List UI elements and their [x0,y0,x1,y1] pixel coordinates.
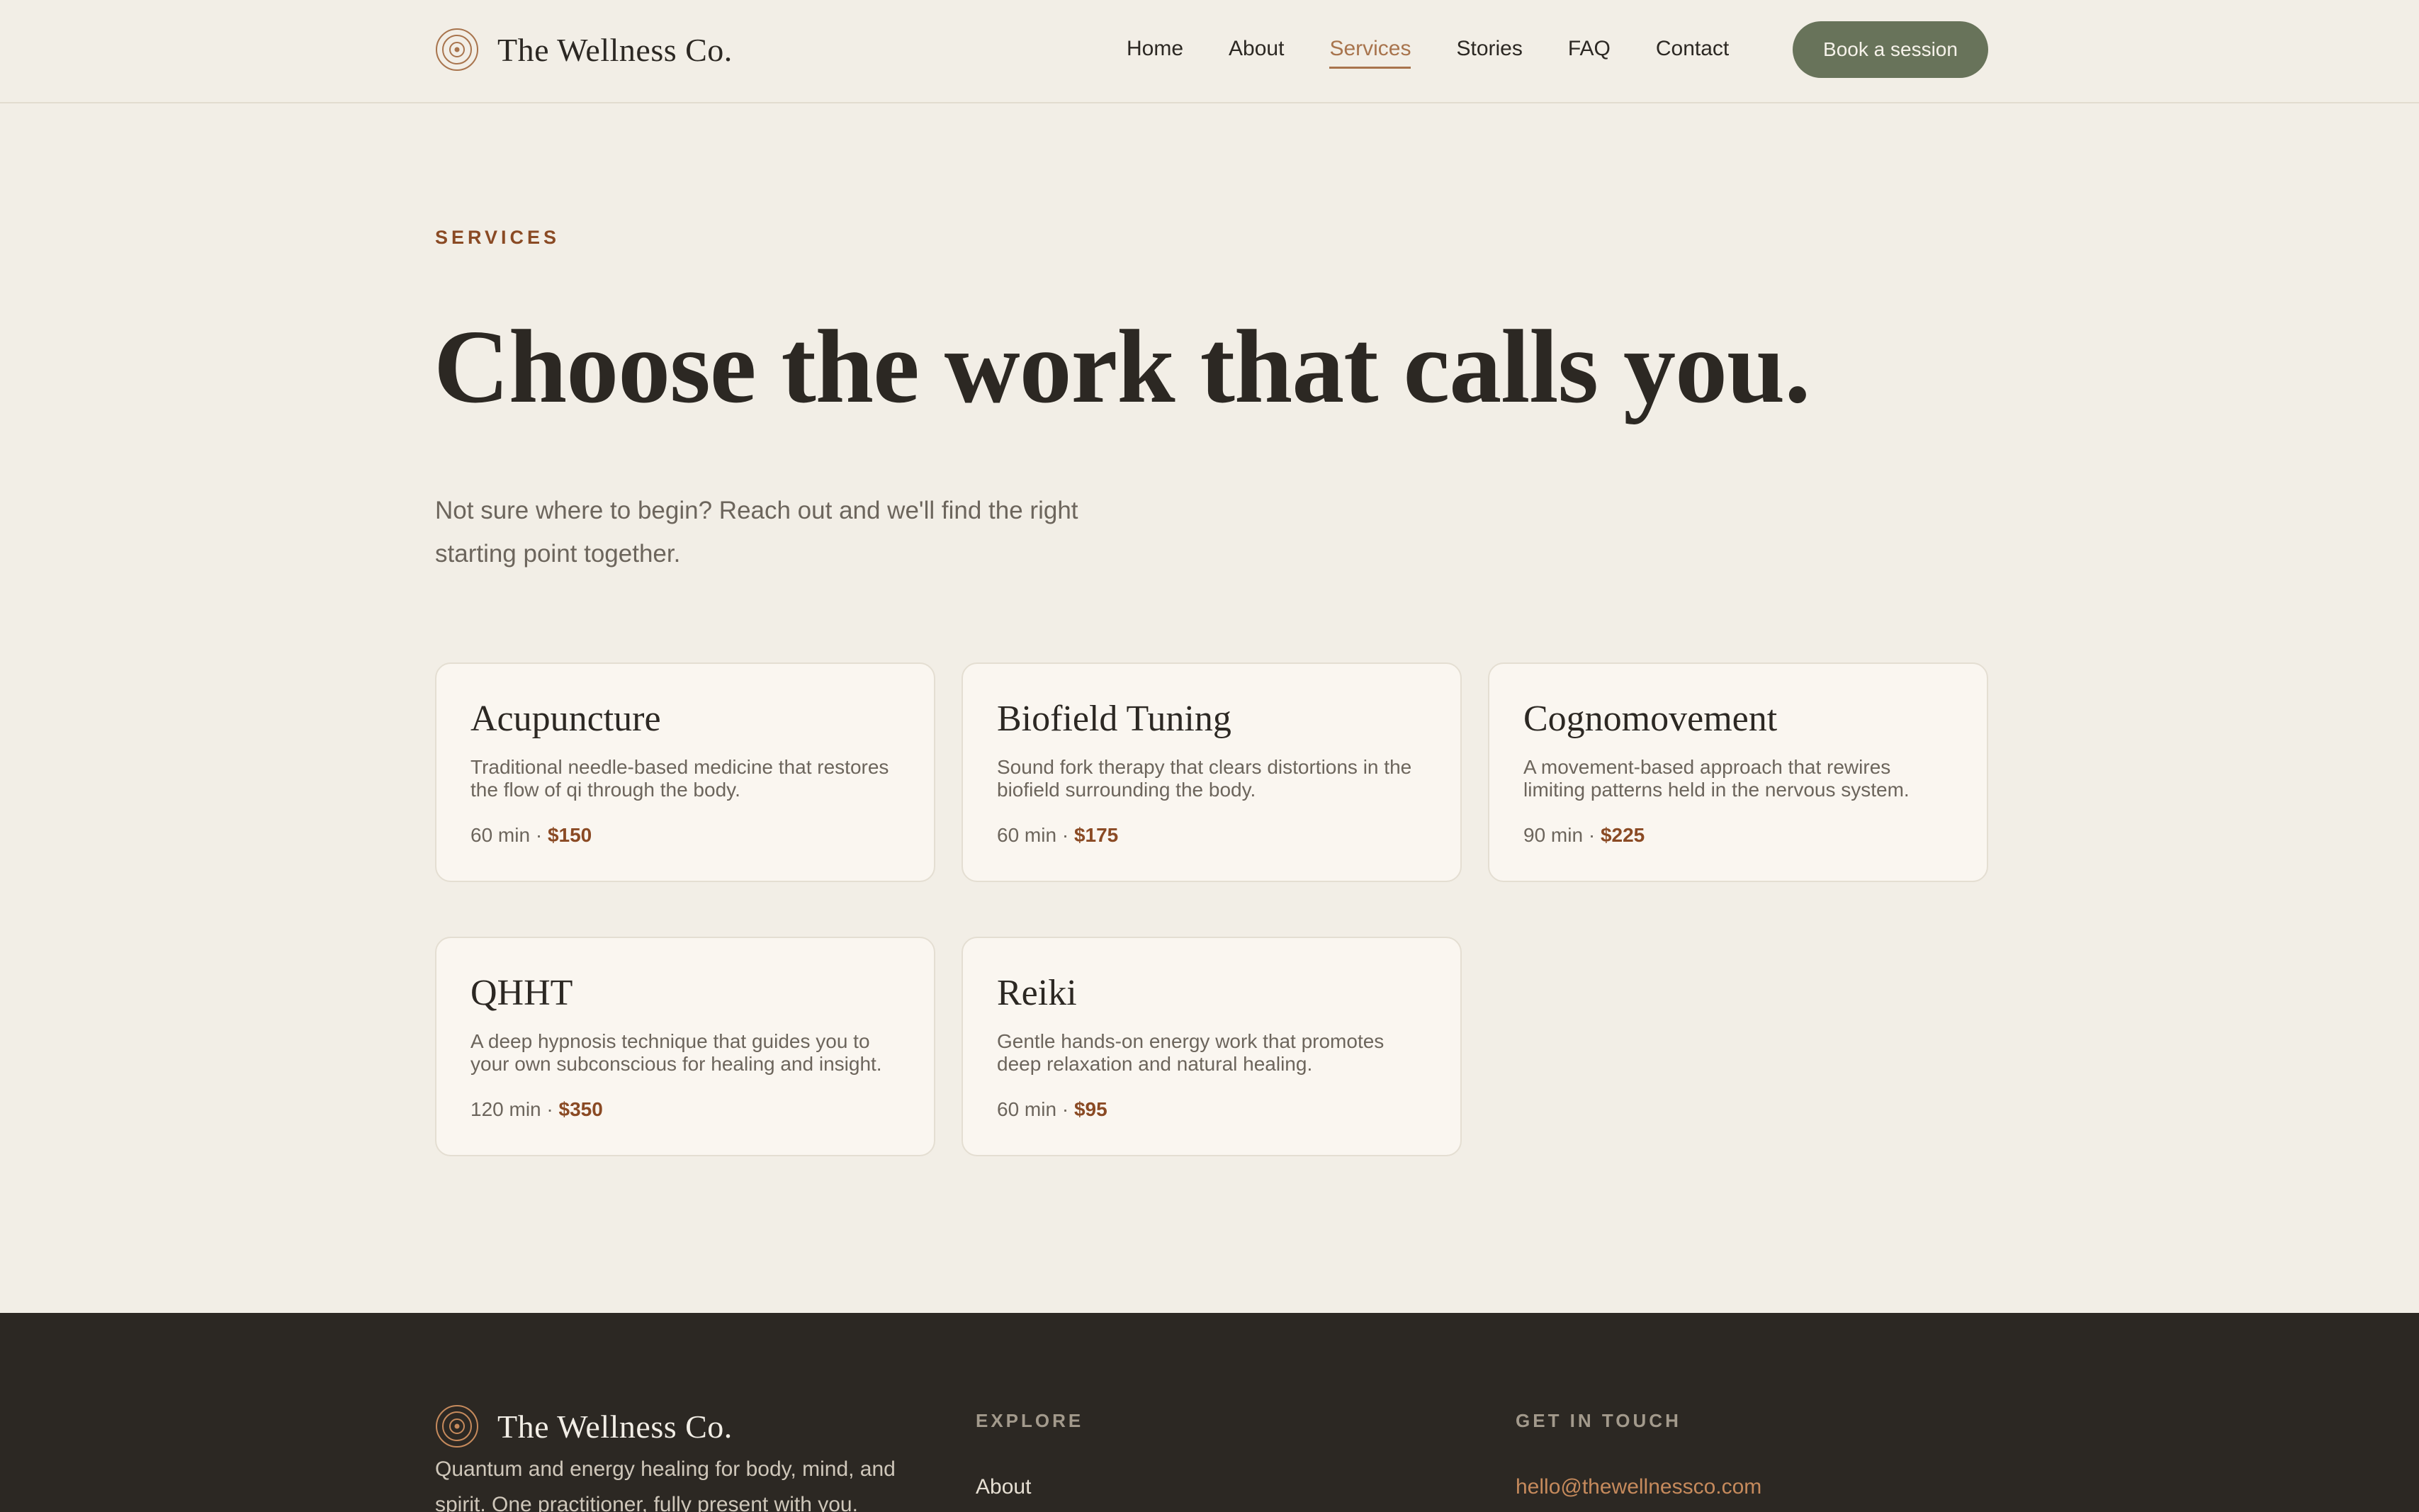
service-meta: 60 min · $95 [997,1098,1107,1121]
service-description: A deep hypnosis technique that guides yo… [470,1030,882,1075]
book-session-button[interactable]: Book a session [1793,21,1988,78]
footer-link-about[interactable]: About [976,1475,1031,1499]
brand-logo-link[interactable]: The Wellness Co. [435,27,733,72]
service-description: Traditional needle-based medicine that r… [470,756,889,801]
nav-about[interactable]: About [1229,35,1284,63]
concentric-circles-icon [436,1405,478,1448]
brand-name: The Wellness Co. [497,31,733,68]
site-footer: The Wellness Co. Quantum and energy heal… [0,1313,2419,1512]
service-price: $95 [1073,1098,1107,1120]
footer-brand[interactable]: The Wellness Co. [435,1404,733,1449]
service-duration: 120 min [470,1098,541,1120]
footer-brand-name: The Wellness Co. [497,1408,733,1445]
service-description: A movement-based approach that rewires l… [1523,756,1910,801]
service-title: Acupuncture [470,699,661,739]
nav-services[interactable]: Services [1329,35,1411,69]
service-title: Reiki [997,973,1077,1013]
service-card-acupuncture[interactable]: Acupuncture Traditional needle-based med… [435,662,935,882]
service-description: Gentle hands-on energy work that promote… [997,1030,1385,1075]
service-title: QHHT [470,973,573,1013]
meta-separator: · [1583,824,1601,846]
nav-stories[interactable]: Stories [1456,35,1522,63]
section-eyebrow: SERVICES [435,227,560,248]
service-duration: 60 min [997,824,1057,846]
service-price: $350 [558,1098,603,1120]
service-meta: 60 min · $150 [470,824,592,847]
service-meta: 120 min · $350 [470,1098,603,1121]
service-card-biofield-tuning[interactable]: Biofield Tuning Sound fork therapy that … [962,662,1462,882]
nav-faq[interactable]: FAQ [1568,35,1611,63]
concentric-circles-icon [436,28,478,71]
footer-explore-heading: EXPLORE [976,1410,1084,1431]
service-card-cognomovement[interactable]: Cognomovement A movement-based approach … [1488,662,1988,882]
service-meta: 60 min · $175 [997,824,1118,847]
page-title: Choose the work that calls you. [434,309,1810,425]
service-meta: 90 min · $225 [1523,824,1645,847]
footer-contact-heading: GET IN TOUCH [1516,1410,1681,1431]
service-title: Biofield Tuning [997,699,1231,739]
service-card-qhht[interactable]: QHHT A deep hypnosis technique that guid… [435,937,935,1156]
service-duration: 60 min [470,824,531,846]
service-description: Sound fork therapy that clears distortio… [997,756,1412,801]
service-duration: 90 min [1523,824,1584,846]
service-duration: 60 min [997,1098,1057,1120]
nav-home[interactable]: Home [1127,35,1183,63]
page-subtitle: Not sure where to begin? Reach out and w… [435,497,1078,568]
service-price: $225 [1600,824,1645,846]
nav-contact[interactable]: Contact [1656,35,1729,63]
service-price: $150 [547,824,592,846]
footer-email-link[interactable]: hello@thewellnessco.com [1516,1475,1761,1499]
service-card-reiki[interactable]: Reiki Gentle hands-on energy work that p… [962,937,1462,1156]
footer-tagline: Quantum and energy healing for body, min… [435,1457,896,1512]
meta-separator: · [530,824,548,846]
service-price: $175 [1073,824,1119,846]
service-title: Cognomovement [1523,699,1778,739]
meta-separator: · [1056,824,1074,846]
meta-separator: · [541,1098,559,1120]
site-header: The Wellness Co. Home About Services Sto… [0,0,2419,103]
main-nav: Home About Services Stories FAQ Contact [1127,31,1774,69]
meta-separator: · [1056,1098,1074,1120]
